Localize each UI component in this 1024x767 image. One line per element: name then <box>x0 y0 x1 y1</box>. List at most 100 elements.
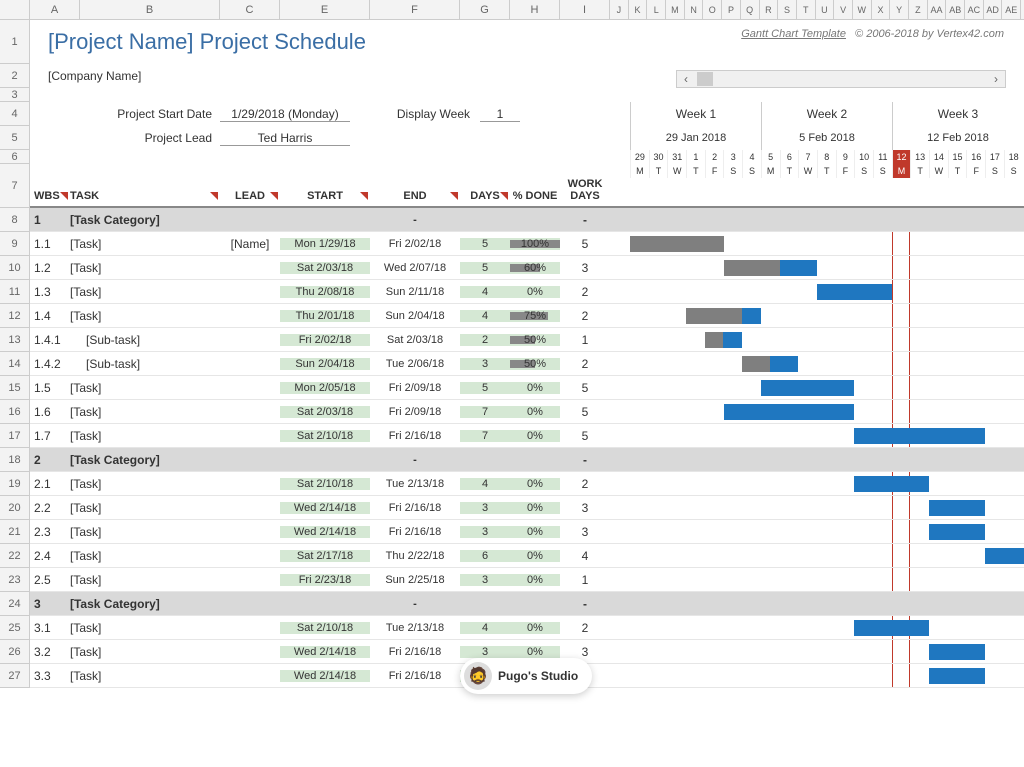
cell-days[interactable]: 3 <box>460 526 510 538</box>
gantt-bar[interactable] <box>929 668 985 684</box>
gantt-bar[interactable] <box>985 548 1024 564</box>
cell-wbs[interactable]: 1.1 <box>30 237 70 251</box>
project-start-value[interactable]: 1/29/2018 (Monday) <box>220 107 350 122</box>
gantt-bar[interactable] <box>761 380 855 396</box>
cell-end[interactable]: Thu 2/22/18 <box>370 550 460 562</box>
cell-work-days[interactable]: 1 <box>560 573 610 587</box>
cell-start[interactable]: Sat 2/10/18 <box>280 622 370 634</box>
cell-start[interactable]: Wed 2/14/18 <box>280 526 370 538</box>
task-row[interactable]: 1.2[Task]Sat 2/03/18Wed 2/07/18560%3 <box>30 256 1024 280</box>
col-header-N[interactable]: N <box>685 0 704 19</box>
row-header-7[interactable]: 7 <box>0 164 30 208</box>
cell-work-days[interactable]: 3 <box>560 261 610 275</box>
cell-start[interactable]: Wed 2/14/18 <box>280 670 370 682</box>
header-pct-done[interactable]: % DONE <box>510 190 560 206</box>
row-header-14[interactable]: 14 <box>0 352 30 376</box>
cell-task[interactable]: [Task] <box>70 237 220 251</box>
task-row[interactable]: 2.2[Task]Wed 2/14/18Fri 2/16/1830%3 <box>30 496 1024 520</box>
cell-pct-done[interactable]: 0% <box>510 646 560 658</box>
attribution-link[interactable]: Gantt Chart Template <box>741 28 846 40</box>
cell-task[interactable]: [Task] <box>70 621 220 635</box>
cell-task[interactable]: [Task] <box>70 381 220 395</box>
cell-work-days[interactable]: 5 <box>560 405 610 419</box>
cell-task[interactable]: [Task] <box>70 525 220 539</box>
cell-end[interactable]: Fri 2/16/18 <box>370 670 460 682</box>
cell-end[interactable]: Fri 2/02/18 <box>370 238 460 250</box>
row-header-23[interactable]: 23 <box>0 568 30 592</box>
row-header-10[interactable]: 10 <box>0 256 30 280</box>
col-header-U[interactable]: U <box>816 0 835 19</box>
cell-end[interactable]: Fri 2/09/18 <box>370 406 460 418</box>
cell-task[interactable]: [Task Category] <box>70 597 220 611</box>
cell-wbs[interactable]: 3 <box>30 597 70 611</box>
row-header-26[interactable]: 26 <box>0 640 30 664</box>
gantt-bar[interactable] <box>817 284 892 300</box>
cell-work-days[interactable]: - <box>560 453 610 467</box>
task-row[interactable]: 1.6[Task]Sat 2/03/18Fri 2/09/1870%5 <box>30 400 1024 424</box>
cell-end[interactable]: Tue 2/13/18 <box>370 478 460 490</box>
cell-wbs[interactable]: 2.3 <box>30 525 70 539</box>
cell-start[interactable]: Sat 2/17/18 <box>280 550 370 562</box>
cell-work-days[interactable]: 2 <box>560 357 610 371</box>
task-row[interactable]: 1.7[Task]Sat 2/10/18Fri 2/16/1870%5 <box>30 424 1024 448</box>
col-header-AD[interactable]: AD <box>984 0 1003 19</box>
col-header-R[interactable]: R <box>760 0 779 19</box>
cell-end[interactable]: Tue 2/06/18 <box>370 358 460 370</box>
cell-end[interactable]: Sat 2/03/18 <box>370 334 460 346</box>
row-header-9[interactable]: 9 <box>0 232 30 256</box>
col-header-Y[interactable]: Y <box>890 0 909 19</box>
scroll-thumb[interactable] <box>697 72 713 86</box>
task-row[interactable]: 1.4.1[Sub-task]Fri 2/02/18Sat 2/03/18250… <box>30 328 1024 352</box>
cell-days[interactable]: 4 <box>460 286 510 298</box>
gantt-bar[interactable] <box>929 500 985 516</box>
cell-task[interactable]: [Task] <box>70 477 220 491</box>
cell-days[interactable]: 4 <box>460 310 510 322</box>
gantt-bar[interactable] <box>929 524 985 540</box>
gantt-bar[interactable] <box>854 620 929 636</box>
row-header-20[interactable]: 20 <box>0 496 30 520</box>
gantt-bar[interactable] <box>686 308 761 324</box>
cell-start[interactable]: Wed 2/14/18 <box>280 502 370 514</box>
cell-pct-done[interactable]: 75% <box>510 310 560 322</box>
row-header-21[interactable]: 21 <box>0 520 30 544</box>
category-row[interactable]: 3[Task Category]-- <box>30 592 1024 616</box>
category-row[interactable]: 1[Task Category]-- <box>30 208 1024 232</box>
cell-days[interactable]: 7 <box>460 430 510 442</box>
cell-work-days[interactable]: 2 <box>560 309 610 323</box>
task-row[interactable]: 1.3[Task]Thu 2/08/18Sun 2/11/1840%2 <box>30 280 1024 304</box>
cell-pct-done[interactable]: 0% <box>510 550 560 562</box>
cell-work-days[interactable]: 1 <box>560 333 610 347</box>
header-start[interactable]: START <box>280 190 370 206</box>
col-header-O[interactable]: O <box>703 0 722 19</box>
scroll-left-icon[interactable]: ‹ <box>677 72 695 86</box>
cell-lead[interactable]: [Name] <box>220 237 280 251</box>
col-header-I[interactable]: I <box>560 0 610 19</box>
cell-start[interactable]: Sat 2/03/18 <box>280 406 370 418</box>
project-lead-value[interactable]: Ted Harris <box>220 131 350 146</box>
col-header-G[interactable]: G <box>460 0 510 19</box>
row-header-18[interactable]: 18 <box>0 448 30 472</box>
task-row[interactable]: 2.1[Task]Sat 2/10/18Tue 2/13/1840%2 <box>30 472 1024 496</box>
cell-work-days[interactable]: 2 <box>560 285 610 299</box>
cell-task[interactable]: [Task] <box>70 309 220 323</box>
header-wbs[interactable]: WBS <box>30 190 70 206</box>
cell-start[interactable]: Thu 2/08/18 <box>280 286 370 298</box>
row-header-22[interactable]: 22 <box>0 544 30 568</box>
cell-work-days[interactable]: - <box>560 213 610 227</box>
col-header-S[interactable]: S <box>778 0 797 19</box>
col-header-P[interactable]: P <box>722 0 741 19</box>
cell-task[interactable]: [Sub-task] <box>70 357 220 371</box>
cell-days[interactable]: 3 <box>460 502 510 514</box>
gantt-bar[interactable] <box>705 332 742 348</box>
cell-end[interactable]: Tue 2/13/18 <box>370 622 460 634</box>
cell-end[interactable]: Wed 2/07/18 <box>370 262 460 274</box>
col-header-H[interactable]: H <box>510 0 560 19</box>
col-header-K[interactable]: K <box>629 0 648 19</box>
cell-end[interactable]: Sun 2/25/18 <box>370 574 460 586</box>
cell-pct-done[interactable]: 0% <box>510 430 560 442</box>
cell-wbs[interactable]: 2.4 <box>30 549 70 563</box>
col-header-A[interactable]: A <box>30 0 80 19</box>
cell-wbs[interactable]: 1.2 <box>30 261 70 275</box>
cell-task[interactable]: [Task Category] <box>70 213 220 227</box>
col-header-X[interactable]: X <box>872 0 891 19</box>
